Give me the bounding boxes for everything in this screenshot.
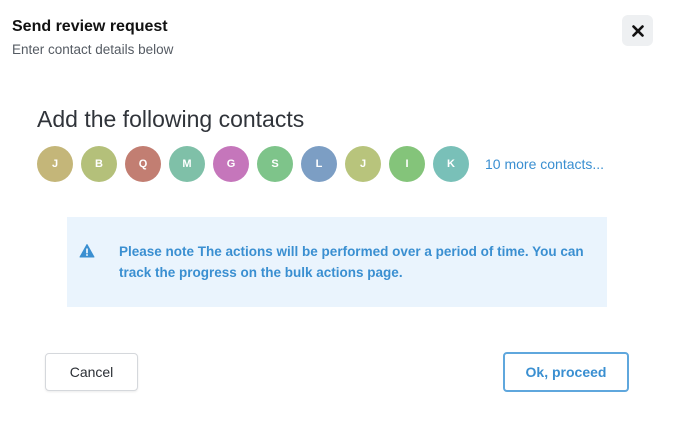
cancel-button[interactable]: Cancel (45, 353, 138, 391)
dialog-subtitle: Enter contact details below (12, 42, 174, 57)
notice-text: Please note The actions will be performe… (119, 244, 584, 280)
contact-avatar: G (213, 146, 249, 182)
dialog-title: Send review request (12, 18, 168, 35)
contact-avatar: J (37, 146, 73, 182)
contacts-heading: Add the following contacts (37, 106, 305, 132)
contact-avatar: Q (125, 146, 161, 182)
notice-banner: Please note The actions will be performe… (67, 217, 607, 307)
contact-avatar: J (345, 146, 381, 182)
contact-avatar: K (433, 146, 469, 182)
close-icon (631, 24, 644, 37)
contact-avatar: B (81, 146, 117, 182)
contact-avatar: L (301, 146, 337, 182)
contact-avatar: S (257, 146, 293, 182)
contact-avatar-list: J B Q M G S L J I K 10 more contacts... (37, 146, 604, 182)
contact-avatar: M (169, 146, 205, 182)
close-button[interactable] (622, 15, 653, 46)
more-contacts-link[interactable]: 10 more contacts... (485, 156, 604, 172)
warning-icon (79, 244, 95, 258)
contact-avatar: I (389, 146, 425, 182)
proceed-button[interactable]: Ok, proceed (503, 352, 629, 392)
